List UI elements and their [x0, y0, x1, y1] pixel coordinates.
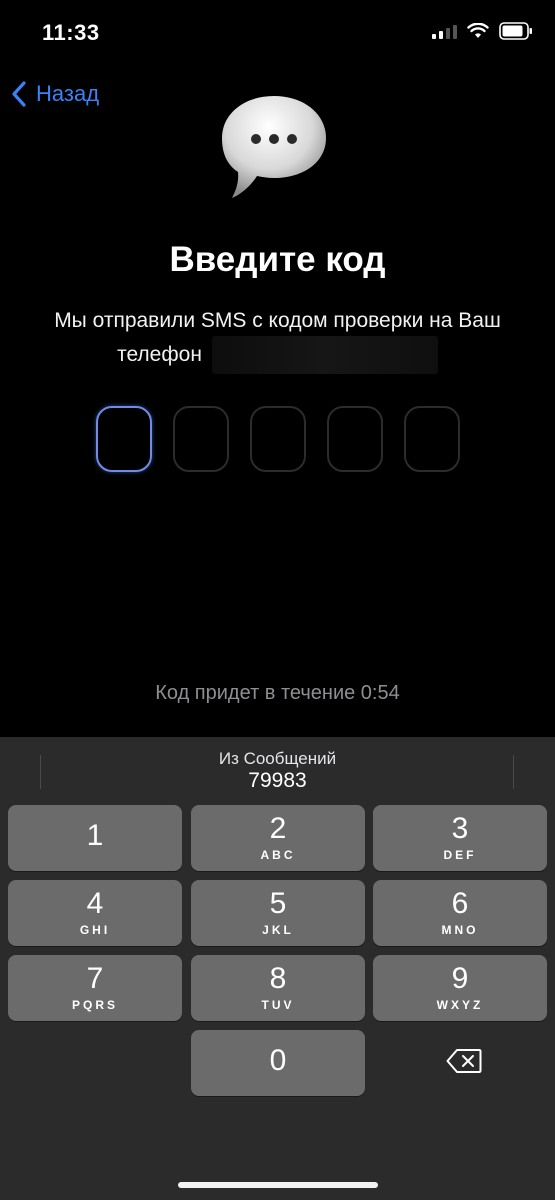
code-digit-box[interactable]: [403, 406, 460, 472]
key-7[interactable]: 7 PQRS: [8, 955, 182, 1021]
wifi-icon: [467, 23, 489, 38]
status-icons: [432, 22, 533, 40]
autofill-suggestion[interactable]: Из Сообщений 79983: [0, 737, 555, 799]
key-3[interactable]: 3 DEF: [373, 805, 547, 871]
code-input: [0, 406, 555, 472]
subtitle-line-2: телефон: [117, 343, 202, 366]
key-1[interactable]: 1: [8, 805, 182, 871]
key-8[interactable]: 8 TUV: [191, 955, 365, 1021]
key-2[interactable]: 2 ABC: [191, 805, 365, 871]
redacted-phone-number: [211, 336, 438, 374]
backspace-icon: [446, 1049, 482, 1073]
back-label: Назад: [36, 81, 100, 106]
suggestion-label: Из Сообщений: [218, 749, 337, 768]
back-button[interactable]: Назад: [10, 80, 99, 108]
key-4[interactable]: 4 GHI: [8, 880, 182, 946]
key-0[interactable]: 0: [191, 1030, 365, 1096]
code-digit-box[interactable]: [95, 406, 152, 472]
status-time: 11:33: [42, 20, 100, 45]
key-6[interactable]: 6 MNO: [373, 880, 547, 946]
chevron-left-icon: [12, 81, 26, 107]
key-9[interactable]: 9 WXYZ: [373, 955, 547, 1021]
backspace-button[interactable]: [421, 1036, 507, 1086]
suggestion-code: 79983: [248, 769, 307, 792]
message-bubble-icon: [222, 96, 326, 198]
code-digit-box[interactable]: [249, 406, 306, 472]
cellular-signal-icon: [432, 23, 457, 39]
home-indicator[interactable]: [178, 1182, 378, 1188]
subtitle-line-1: Мы отправили SMS с кодом проверки на Ваш: [54, 309, 501, 332]
page-title: Введите код: [169, 240, 386, 279]
subtitle: Мы отправили SMS с кодом проверки на Ваш…: [0, 306, 555, 374]
battery-icon: [499, 22, 532, 40]
resend-timer: Код придет в течение 0:54: [155, 682, 400, 704]
status-bar: 11:33: [0, 0, 555, 66]
code-digit-box[interactable]: [326, 406, 383, 472]
key-5[interactable]: 5 JKL: [191, 880, 365, 946]
code-digit-box[interactable]: [172, 406, 229, 472]
subtitle-line-2-row: телефон: [0, 336, 555, 374]
